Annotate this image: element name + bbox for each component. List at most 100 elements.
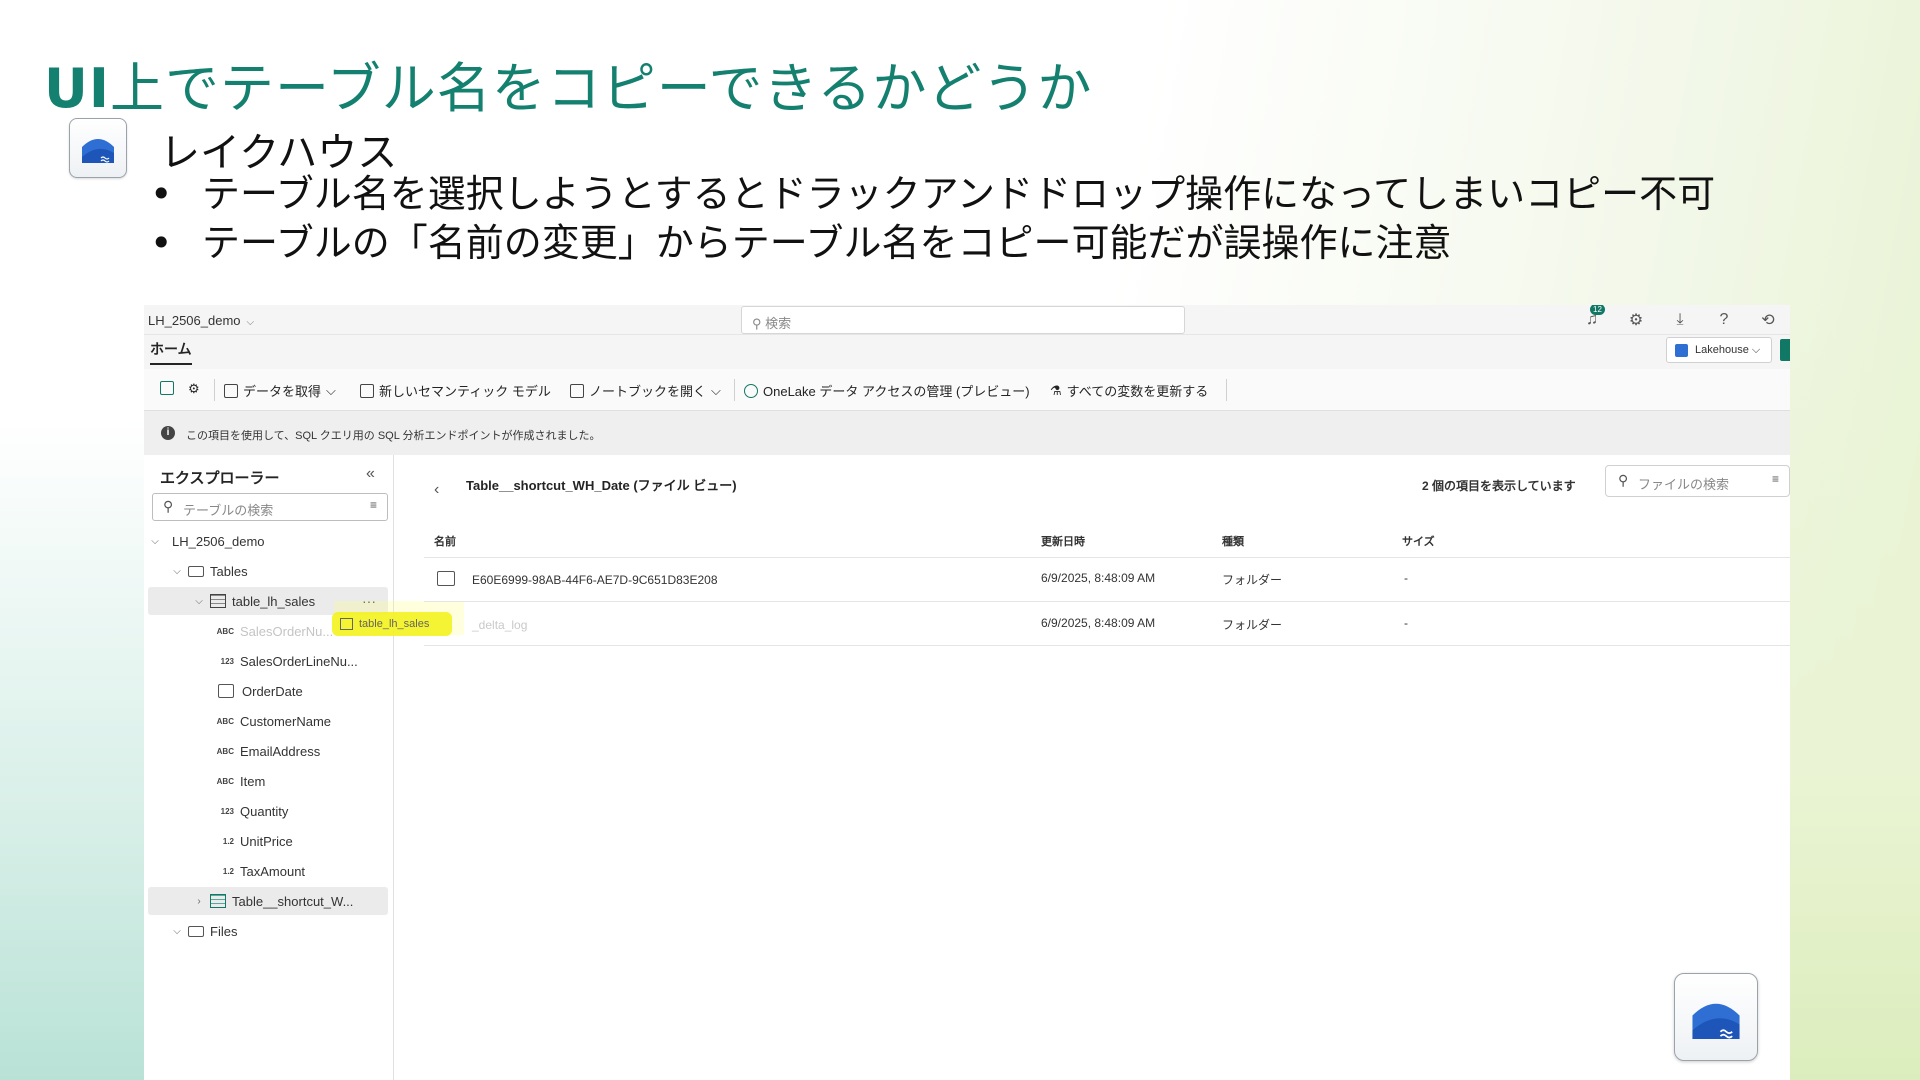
file-kind: フォルダー	[1222, 618, 1283, 632]
column-name: UnitPrice	[240, 833, 293, 849]
chevron-down-icon: ⌵	[151, 535, 159, 547]
back-icon[interactable]: ‹	[434, 481, 439, 499]
global-search-input[interactable]: ⚲ 検索	[741, 306, 1185, 334]
bell-icon[interactable]: ♫ 12	[1580, 305, 1605, 332]
drag-preview-highlight: table_lh_sales	[332, 612, 452, 636]
new-semantic-model-label: 新しいセマンティック モデル	[379, 384, 551, 399]
lakehouse-icon	[1674, 973, 1758, 1061]
shortcut-table-label: Table__shortcut_W...	[232, 893, 354, 909]
toolbar: ⚙ データを取得 ⌵ 新しいセマンティック モデル ノートブックを開く ⌵ On…	[144, 369, 1790, 411]
workspace-name: LH_2506_demo	[148, 313, 241, 328]
info-text: この項目を使用して、SQL クエリ用の SQL 分析エンドポイントが作成されまし…	[186, 430, 601, 442]
filter-icon[interactable]: ≡	[370, 498, 377, 512]
new-item-icon[interactable]	[160, 381, 174, 395]
background-gradient-right	[1780, 300, 1920, 1080]
column-name: SalesOrderNu...	[240, 623, 334, 639]
onelake-access-button[interactable]: OneLake データ アクセスの管理 (プレビュー)	[744, 381, 1030, 400]
download-icon[interactable]: ⤓	[1668, 308, 1692, 332]
notebook-icon	[570, 383, 584, 398]
column-header-modified[interactable]: 更新日時	[1041, 533, 1085, 549]
column-item[interactable]: ABC CustomerName	[148, 707, 388, 735]
chevron-right-icon: ›	[197, 895, 201, 907]
top-bar: LH_2506_demo ⌵ ⚲ 検索 ♫ 12 ⚙ ⤓ ? ⟲	[144, 305, 1790, 335]
settings-icon[interactable]: ⚙	[188, 381, 200, 397]
file-modified: 6/9/2025, 8:48:09 AM	[1041, 616, 1156, 630]
bullet-list: テーブル名を選択しようとするとドラックアンドドロップ操作になってしまいコピー不可…	[150, 170, 1715, 268]
column-name: SalesOrderLineNu...	[240, 653, 358, 669]
column-header-name[interactable]: 名前	[434, 533, 456, 549]
column-type-icon: 123	[220, 806, 234, 816]
column-name: CustomerName	[240, 713, 332, 729]
column-item[interactable]: OrderDate	[148, 677, 388, 705]
shortcut-table-icon	[210, 894, 226, 908]
app-screenshot: LH_2506_demo ⌵ ⚲ 検索 ♫ 12 ⚙ ⤓ ? ⟲ ホーム Lakeh…	[144, 305, 1790, 1080]
help-icon[interactable]: ?	[1712, 308, 1736, 332]
file-modified: 6/9/2025, 8:48:09 AM	[1041, 571, 1156, 585]
chevron-down-icon: ⌵	[195, 595, 203, 607]
workspace-selector[interactable]: LH_2506_demo ⌵	[148, 313, 254, 328]
new-semantic-model-button[interactable]: 新しいセマンティック モデル	[360, 381, 551, 400]
get-data-button[interactable]: データを取得 ⌵	[224, 381, 336, 400]
column-header-kind[interactable]: 種類	[1222, 533, 1244, 549]
tree-item-files[interactable]: ⌵ Files	[148, 917, 388, 945]
item-count: 2 個の項目を表示しています	[1422, 479, 1576, 493]
column-item[interactable]: 123 SalesOrderLineNu...	[148, 647, 388, 675]
background-gradient-left	[0, 420, 150, 1080]
file-kind: フォルダー	[1222, 573, 1283, 587]
lakehouse-icon	[69, 118, 127, 178]
info-banner: i この項目を使用して、SQL クエリ用の SQL 分析エンドポイントが作成され…	[144, 411, 1790, 455]
lakehouse-icon	[1675, 344, 1688, 357]
column-type-icon: ABC	[216, 776, 234, 786]
item-type-label: Lakehouse	[1695, 344, 1749, 356]
onelake-access-label: OneLake データ アクセスの管理 (プレビュー)	[763, 384, 1030, 399]
get-data-label: データを取得	[243, 384, 322, 399]
folder-icon	[188, 925, 204, 937]
refresh-all-button[interactable]: ⚗ すべての変数を更新する	[1050, 381, 1208, 400]
filter-icon[interactable]: ≡	[1772, 472, 1779, 486]
file-search-placeholder: ファイルの検索	[1638, 477, 1730, 492]
column-item[interactable]: ABC EmailAddress	[148, 737, 388, 765]
item-type-dropdown[interactable]: Lakehouse ⌵	[1666, 337, 1772, 363]
variable-icon: ⚗	[1050, 382, 1062, 398]
slide-title-rest: 上でテーブル名をコピーできるかどうか	[109, 57, 1093, 120]
tables-folder-label: Tables	[210, 563, 248, 579]
open-notebook-button[interactable]: ノートブックを開く ⌵	[570, 381, 721, 400]
search-icon: ⚲	[1618, 472, 1629, 488]
open-notebook-label: ノートブックを開く	[589, 384, 707, 399]
refresh-all-label: すべての変数を更新する	[1066, 384, 1209, 399]
tree-item-root[interactable]: ⌵ LH_2506_demo	[148, 527, 388, 555]
column-type-icon: 1.2	[222, 836, 234, 846]
gear-icon[interactable]: ⚙	[1624, 308, 1648, 332]
info-icon: i	[161, 426, 175, 440]
column-type-icon: ABC	[216, 716, 234, 726]
notification-badge: 12	[1590, 305, 1605, 315]
folder-icon	[188, 565, 204, 577]
share-icon[interactable]: ⟲	[1756, 308, 1780, 332]
column-item[interactable]: 123 Quantity	[148, 797, 388, 825]
slide-title: UI上でテーブル名をコピーできるかどうか	[44, 44, 1092, 123]
tab-home[interactable]: ホーム	[150, 339, 192, 365]
column-name: OrderDate	[242, 683, 303, 699]
column-type-icon: 123	[220, 656, 234, 666]
column-name: EmailAddress	[240, 743, 321, 759]
file-size: -	[1404, 616, 1408, 630]
tree-item-shortcut-table[interactable]: › Table__shortcut_W...	[148, 887, 388, 915]
column-item[interactable]: ABC Item	[148, 767, 388, 795]
table-icon	[210, 594, 226, 608]
column-item[interactable]: 1.2 UnitPrice	[148, 827, 388, 855]
file-search-input[interactable]: ⚲ ファイルの検索 ≡	[1605, 465, 1790, 497]
table-search-input[interactable]: ⚲ テーブルの検索 ≡	[152, 493, 388, 521]
column-name: TaxAmount	[240, 863, 306, 879]
tree-item-tables[interactable]: ⌵ Tables	[148, 557, 388, 585]
chevron-down-icon: ⌵	[173, 925, 181, 937]
search-icon: ⚲	[752, 316, 762, 331]
bullet-item: テーブルの「名前の変更」からテーブル名をコピー可能だが誤操作に注意	[150, 219, 1715, 268]
column-header-size[interactable]: サイズ	[1402, 533, 1435, 549]
files-folder-label: Files	[210, 923, 238, 939]
green-action-button[interactable]	[1780, 339, 1790, 361]
column-item[interactable]: 1.2 TaxAmount	[148, 857, 388, 885]
collapse-icon[interactable]: «	[366, 465, 375, 483]
top-icons: ♫ 12 ⚙ ⤓ ? ⟲	[1580, 305, 1780, 332]
database-icon	[224, 383, 238, 398]
global-search-placeholder: 検索	[765, 316, 792, 331]
